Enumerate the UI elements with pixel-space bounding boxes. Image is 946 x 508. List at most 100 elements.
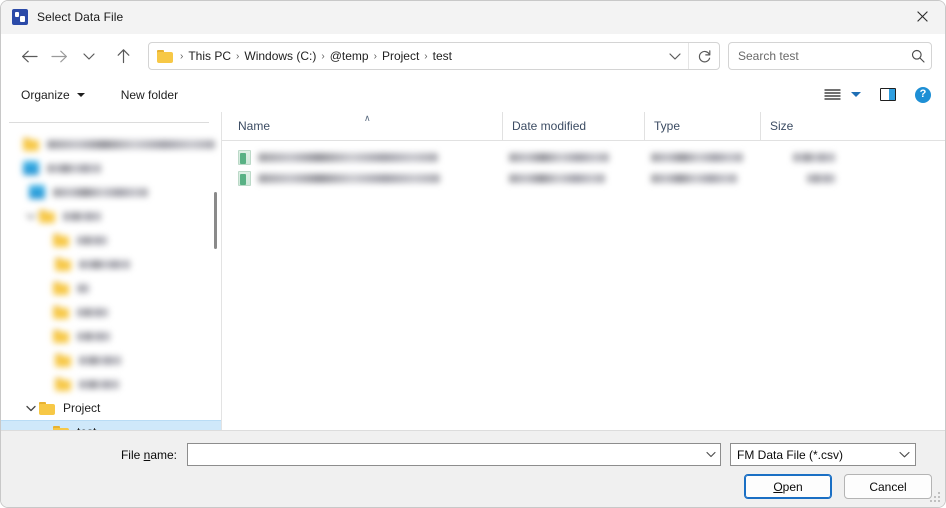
file-type-select[interactable]: FM Data File (*.csv): [730, 443, 916, 466]
organize-button[interactable]: Organize: [17, 83, 89, 107]
column-header-type-label: Type: [654, 119, 680, 133]
back-button[interactable]: [14, 41, 44, 71]
breadcrumb-item-this-pc[interactable]: This PC: [188, 49, 231, 63]
breadcrumb-item-windows-c[interactable]: Windows (C:): [244, 49, 316, 63]
csv-file-icon: [238, 171, 251, 186]
file-date-cell: [509, 174, 651, 183]
organize-label: Organize: [21, 88, 70, 102]
close-icon[interactable]: [899, 1, 945, 32]
chevron-down-icon[interactable]: [701, 451, 720, 458]
breadcrumb-separator: ›: [231, 51, 244, 62]
dialog-buttons: Open Cancel: [1, 466, 945, 499]
file-open-dialog: Select Data File › This PC › Wi: [0, 0, 946, 508]
new-folder-button[interactable]: New folder: [117, 83, 182, 107]
folder-icon: [53, 234, 69, 247]
breadcrumb-chevron-down-icon[interactable]: [662, 52, 688, 61]
chevron-down-icon[interactable]: [887, 451, 915, 458]
folder-icon: [39, 402, 55, 415]
tree-expander-icon[interactable]: [23, 405, 39, 412]
title-bar: Select Data File: [1, 1, 945, 34]
folder-icon: [55, 354, 71, 367]
open-button-label: pen: [783, 480, 803, 494]
folder-icon: [55, 258, 71, 271]
tree-item[interactable]: [1, 252, 221, 276]
open-button[interactable]: Open: [744, 474, 832, 499]
file-type-cell: [651, 174, 767, 183]
file-size-cell: [767, 153, 849, 162]
tree-item[interactable]: [1, 228, 221, 252]
tree-item[interactable]: [1, 276, 221, 300]
breadcrumb-item-test[interactable]: test: [433, 49, 452, 63]
folder-icon: [55, 378, 71, 391]
preview-pane-icon[interactable]: [875, 83, 901, 107]
breadcrumb[interactable]: › This PC › Windows (C:) › @temp › Proje…: [148, 42, 720, 70]
tree-item-label: [79, 260, 130, 269]
file-name-input[interactable]: [188, 448, 701, 462]
tree-item[interactable]: [1, 204, 221, 228]
tree-item-label: [63, 212, 101, 221]
sort-ascending-icon: ∧: [364, 114, 371, 123]
tree-item-label: [47, 164, 101, 173]
view-list-icon[interactable]: [819, 83, 845, 107]
breadcrumb-item-project[interactable]: Project: [382, 49, 419, 63]
tree-separator: [9, 122, 209, 123]
help-icon[interactable]: ?: [915, 87, 931, 103]
up-button[interactable]: [108, 41, 138, 71]
tree-item[interactable]: [1, 324, 221, 348]
recent-locations-chevron-down-icon[interactable]: [74, 41, 104, 71]
cancel-button[interactable]: Cancel: [844, 474, 932, 499]
window-title: Select Data File: [37, 10, 123, 24]
table-row[interactable]: [222, 168, 945, 189]
tree-item-label: [79, 356, 121, 365]
column-header-name[interactable]: Name ∧: [238, 112, 502, 140]
forward-button[interactable]: [44, 41, 74, 71]
navigation-bar: › This PC › Windows (C:) › @temp › Proje…: [1, 34, 945, 78]
tree-item[interactable]: [1, 180, 221, 204]
folder-icon: [157, 50, 173, 63]
resize-grip[interactable]: [930, 492, 942, 504]
refresh-icon[interactable]: [688, 43, 719, 69]
table-row[interactable]: [222, 147, 945, 168]
tree-item-project[interactable]: Project: [1, 396, 221, 420]
search-box[interactable]: [728, 42, 932, 70]
new-folder-label: New folder: [121, 88, 178, 102]
app-icon: [12, 9, 28, 25]
column-header-type[interactable]: Type: [644, 112, 760, 140]
file-type-value: FM Data File (*.csv): [731, 448, 887, 462]
column-header-name-label: Name: [238, 119, 270, 133]
search-input[interactable]: [729, 49, 905, 63]
tree-expander-icon[interactable]: [23, 213, 39, 220]
open-button-accel: O: [773, 480, 782, 494]
folder-icon: [23, 138, 39, 151]
tree-item[interactable]: [1, 300, 221, 324]
file-size-cell: [767, 174, 849, 183]
view-options-chevron-down-icon[interactable]: [851, 92, 861, 97]
tree-item[interactable]: [1, 348, 221, 372]
tree-item-label: [77, 284, 89, 293]
folder-icon: [53, 282, 69, 295]
column-header-date-modified[interactable]: Date modified: [502, 112, 644, 140]
file-date-cell: [509, 153, 651, 162]
breadcrumb-separator: ›: [369, 51, 382, 62]
tree-item-test[interactable]: test: [1, 420, 221, 430]
file-name-cell: [258, 153, 509, 162]
file-name-combobox[interactable]: [187, 443, 721, 466]
breadcrumb-separator: ›: [316, 51, 329, 62]
tree-item-label: [47, 140, 215, 149]
tree-scrollbar-thumb[interactable]: [214, 192, 217, 249]
breadcrumb-item-temp[interactable]: @temp: [330, 49, 369, 63]
cancel-button-label: Cancel: [869, 480, 906, 494]
tree-item-label: Project: [63, 401, 100, 415]
file-list-pane: Name ∧ Date modified Type Size: [222, 112, 945, 430]
tree-item-label: [77, 332, 110, 341]
column-header-size[interactable]: Size: [760, 112, 842, 140]
csv-file-icon: [238, 150, 251, 165]
tree-item[interactable]: [1, 156, 221, 180]
tree-item[interactable]: [1, 372, 221, 396]
dialog-body: Project test Name ∧ Date modified Type: [1, 112, 945, 430]
tree-item-label: [77, 236, 107, 245]
toolbar: Organize New folder ?: [1, 78, 945, 112]
file-name-cell: [258, 174, 509, 183]
tree-item[interactable]: [1, 132, 221, 156]
drive-icon: [29, 185, 45, 199]
